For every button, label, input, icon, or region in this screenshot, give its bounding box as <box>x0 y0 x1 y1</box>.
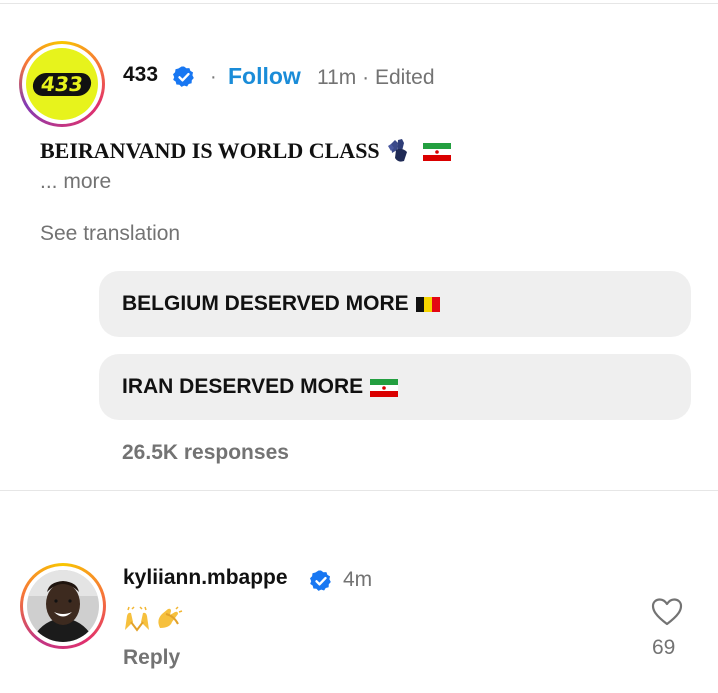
reply-button[interactable]: Reply <box>123 646 180 670</box>
top-divider <box>0 3 718 4</box>
post-username[interactable]: 433 <box>123 63 158 87</box>
more-link[interactable]: ... more <box>40 170 111 194</box>
raising-hands-icon <box>125 606 149 632</box>
comment-text <box>122 606 184 632</box>
post-meta: 11m · Edited <box>317 66 435 89</box>
433-logo: 433 <box>26 48 98 120</box>
iran-flag-icon <box>422 143 451 161</box>
poll-option-belgium[interactable]: BELGIUM DESERVED MORE <box>99 271 691 337</box>
caption-text: BEIRANVAND IS WORLD CLASS <box>40 138 380 163</box>
poll-responses-count[interactable]: 26.5K responses <box>122 441 289 465</box>
separator-dot: · <box>210 66 217 88</box>
poll-option-text: BELGIUM DESERVED MORE <box>122 292 409 315</box>
poll-option-label: BELGIUM DESERVED MORE <box>122 292 441 316</box>
see-translation-link[interactable]: See translation <box>40 222 180 246</box>
post-caption: BEIRANVAND IS WORLD CLASS <box>40 138 452 164</box>
poll-option-text: IRAN DESERVED MORE <box>122 375 364 398</box>
poll-option-label: IRAN DESERVED MORE <box>122 375 399 399</box>
gloves-icon <box>387 139 407 162</box>
section-divider <box>0 490 718 491</box>
verified-badge-icon <box>173 66 194 87</box>
comment-time: 4m <box>343 568 373 591</box>
profile-photo <box>27 570 99 642</box>
poll-option-iran[interactable]: IRAN DESERVED MORE <box>99 354 691 420</box>
clapping-hands-icon <box>158 606 183 628</box>
comment-avatar[interactable] <box>20 563 106 649</box>
verified-badge-icon <box>310 570 331 591</box>
follow-button[interactable]: Follow <box>228 63 301 90</box>
iran-flag-icon <box>370 379 399 397</box>
belgium-flag-icon <box>415 297 440 312</box>
heart-icon[interactable] <box>651 597 683 627</box>
like-count: 69 <box>652 636 676 659</box>
logo-text: 433 <box>31 72 93 96</box>
post-avatar[interactable]: 433 <box>19 41 105 127</box>
comment-username[interactable]: kyliiann.mbappe <box>123 566 288 590</box>
